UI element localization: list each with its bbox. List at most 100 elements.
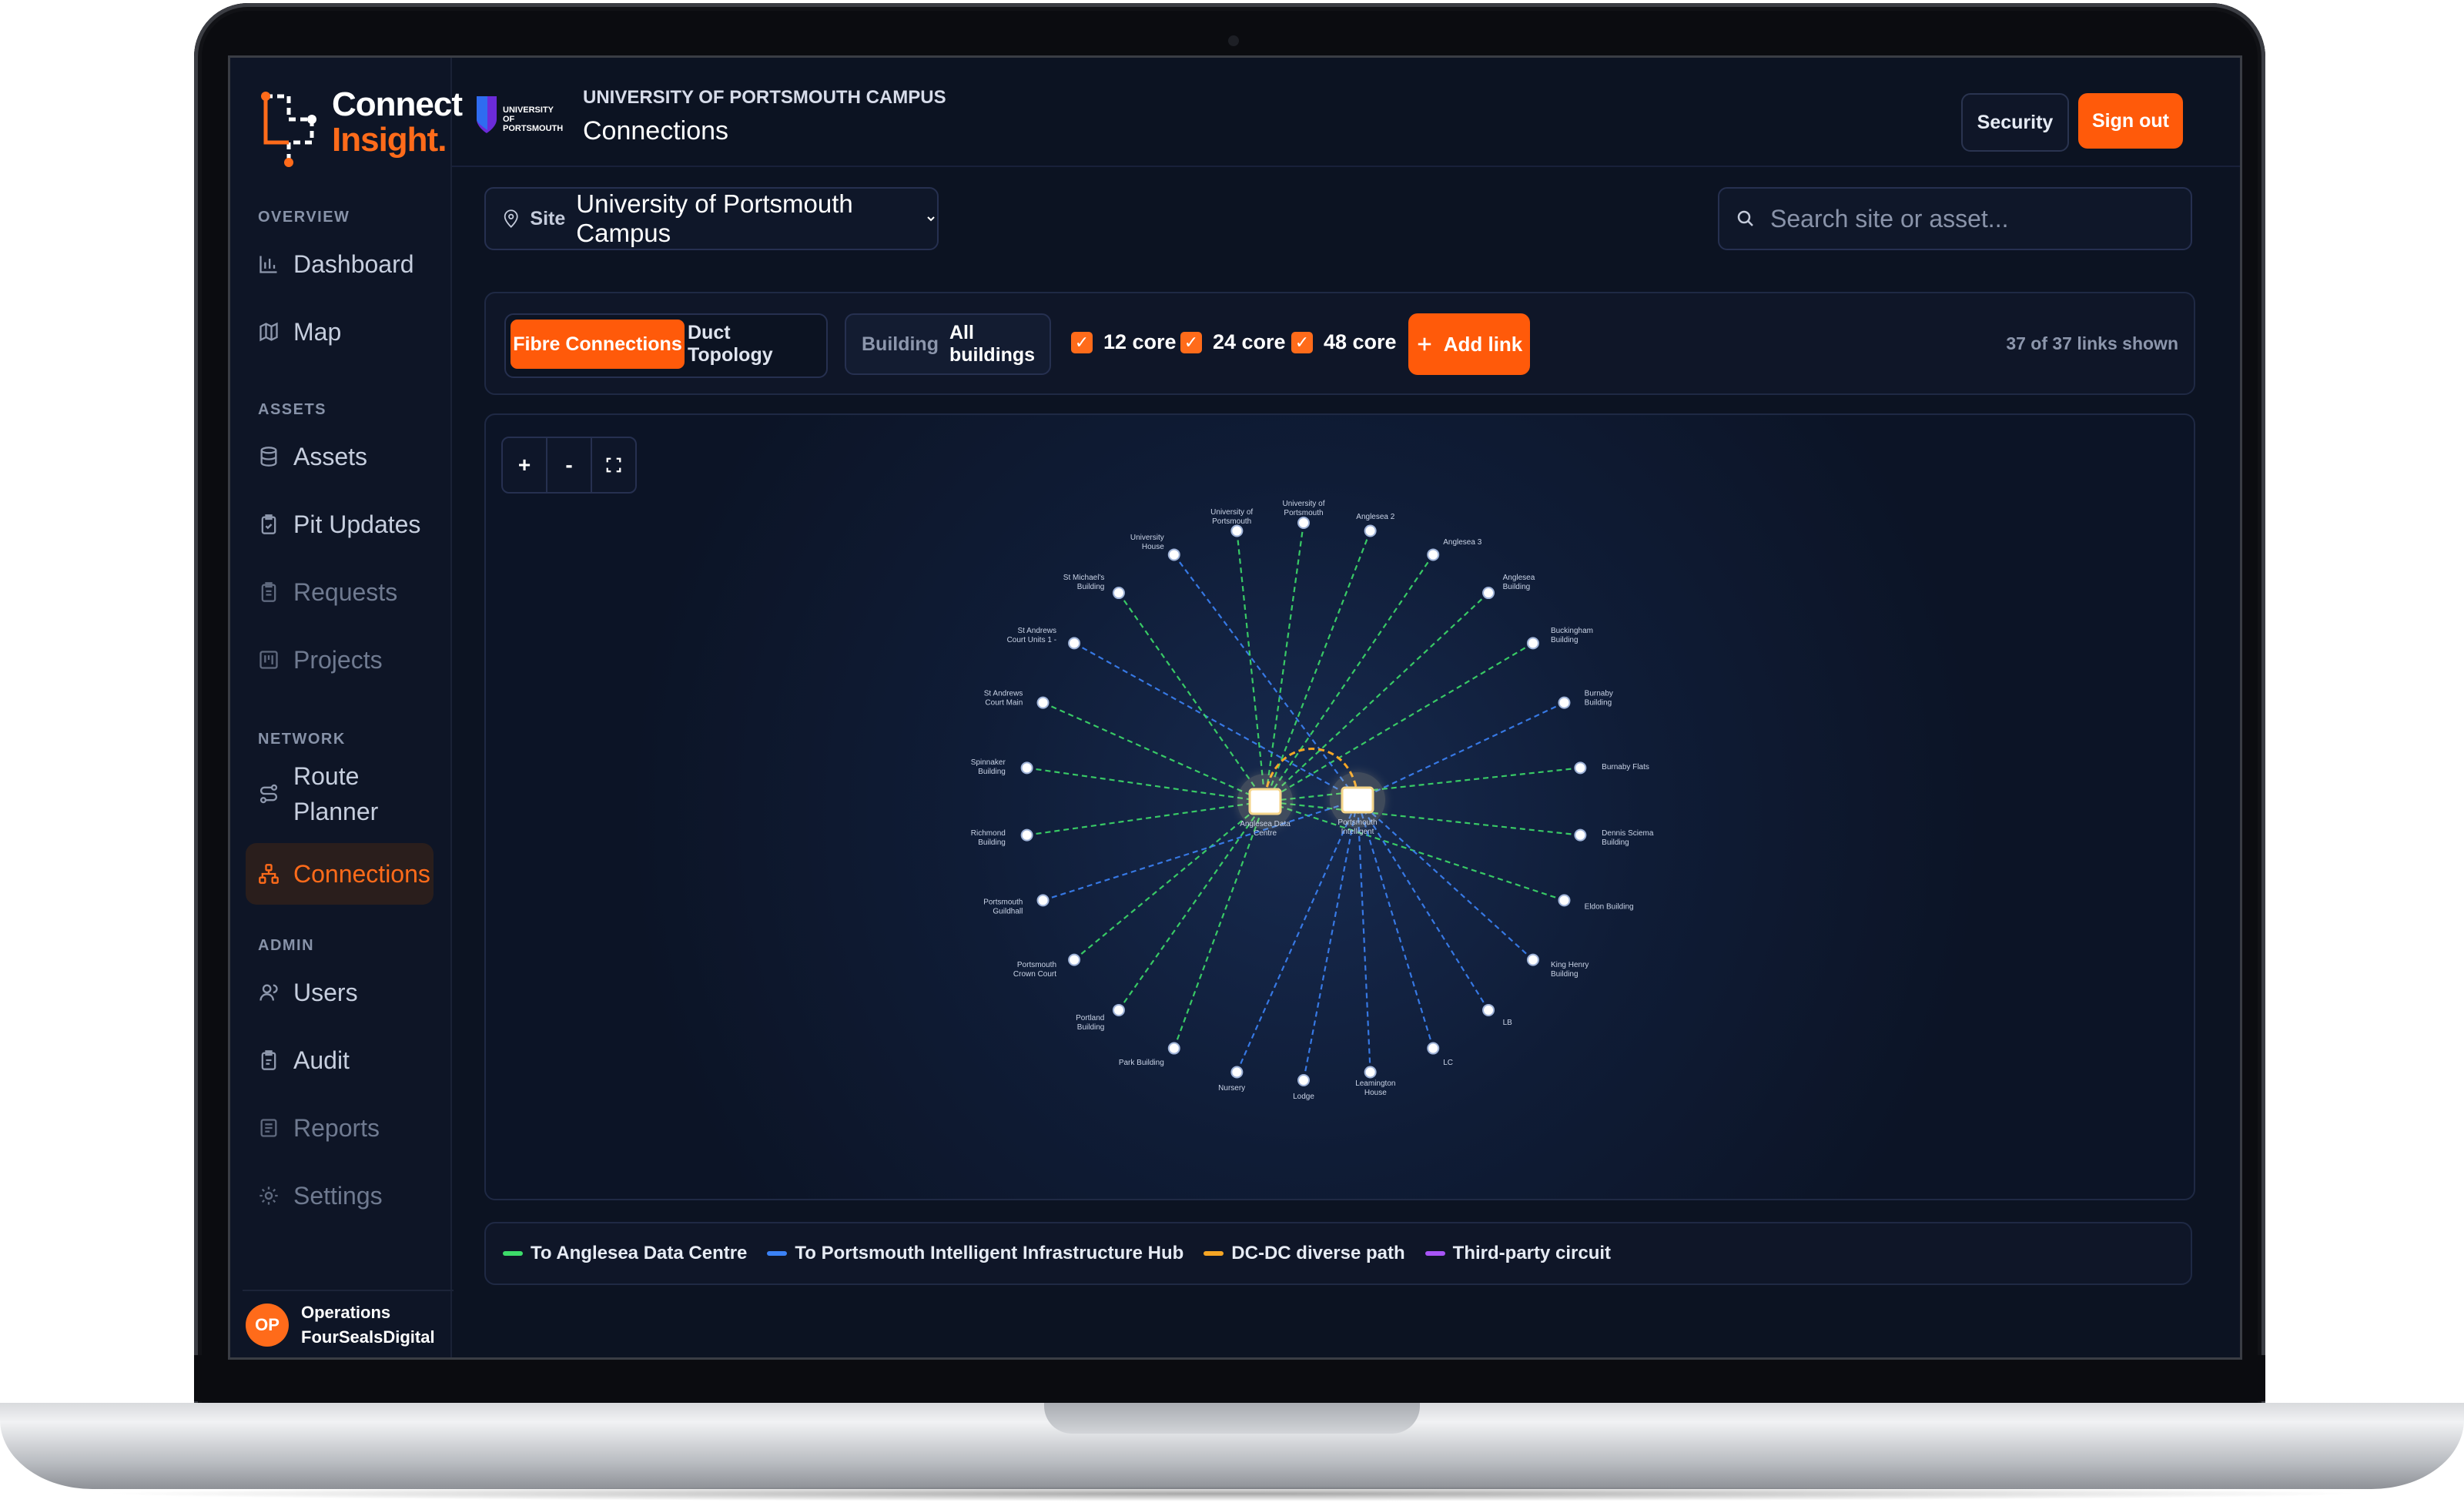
building-node bbox=[1068, 637, 1081, 650]
search-input[interactable] bbox=[1769, 203, 2172, 234]
building-node bbox=[1427, 1042, 1440, 1055]
sidebar-item-connections[interactable]: Connections bbox=[246, 843, 434, 905]
connection-link bbox=[1236, 799, 1359, 1073]
logo-line-1: Connect bbox=[332, 85, 463, 123]
filter-48-core[interactable]: ✓ 48 core bbox=[1291, 330, 1397, 354]
filter-24-core[interactable]: ✓ 24 core bbox=[1180, 330, 1286, 354]
sidebar-item-dashboard[interactable]: Dashboard bbox=[246, 233, 434, 295]
building-node bbox=[1036, 894, 1050, 907]
building-node-label: Portsmouth bbox=[1017, 961, 1056, 969]
reports-icon bbox=[260, 1119, 277, 1137]
clipboard-check-icon bbox=[261, 514, 276, 534]
add-link-button[interactable]: Add link bbox=[1408, 313, 1530, 375]
add-link-label: Add link bbox=[1443, 332, 1523, 356]
location-pin-icon bbox=[504, 209, 518, 228]
sidebar-item-label: Settings bbox=[293, 1182, 383, 1210]
building-node-label: Building bbox=[1077, 583, 1105, 591]
building-node bbox=[1068, 953, 1081, 966]
building-node-label: Portland bbox=[1076, 1014, 1104, 1022]
sidebar-item-route-planner[interactable]: Route Planner bbox=[246, 754, 434, 834]
filter-12-core[interactable]: ✓ 12 core bbox=[1071, 330, 1177, 354]
avatar: OP bbox=[246, 1304, 289, 1347]
building-node bbox=[1230, 1066, 1244, 1079]
building-node-label: St Andrews bbox=[984, 690, 1023, 698]
building-node bbox=[1364, 524, 1377, 537]
sidebar-item-label: Audit bbox=[293, 1046, 350, 1074]
filter-label: 12 core bbox=[1103, 330, 1177, 353]
sidebar-item-map[interactable]: Map bbox=[246, 301, 434, 363]
building-node-label: Burnaby Flats bbox=[1602, 763, 1649, 771]
filter-label: 48 core bbox=[1324, 330, 1397, 353]
checkbox-checked-icon[interactable]: ✓ bbox=[1180, 331, 1202, 353]
sidebar-item-assets[interactable]: Assets bbox=[246, 426, 434, 487]
sidebar-item-settings[interactable]: Settings bbox=[246, 1165, 434, 1227]
building-node-label: University of bbox=[1210, 508, 1253, 517]
connection-link bbox=[1118, 592, 1266, 802]
zoom-in-button[interactable]: + bbox=[503, 438, 547, 492]
building-node bbox=[1167, 1042, 1180, 1055]
fullscreen-icon bbox=[606, 457, 621, 473]
building-filter[interactable]: Building All buildings bbox=[845, 313, 1051, 375]
site-key: Site bbox=[530, 207, 566, 229]
connection-link bbox=[1357, 799, 1489, 1011]
connection-link bbox=[1043, 701, 1266, 803]
sidebar-item-reports[interactable]: Reports bbox=[246, 1097, 434, 1159]
building-node bbox=[1297, 517, 1310, 529]
legend-item-anglesea: To Anglesea Data Centre bbox=[503, 1243, 747, 1264]
building-node-label: University of bbox=[1282, 500, 1324, 508]
sign-out-button[interactable]: Sign out bbox=[2078, 93, 2183, 149]
app-logo[interactable]: Connect Insight. bbox=[258, 87, 463, 172]
university-shield-icon bbox=[477, 96, 497, 133]
checkbox-checked-icon[interactable]: ✓ bbox=[1291, 331, 1313, 353]
user-info: Operations FourSealsDigital bbox=[301, 1300, 435, 1350]
data-centre-hub bbox=[1248, 788, 1282, 815]
building-node-label: Building bbox=[978, 768, 1006, 776]
building-node-label: LC bbox=[1443, 1059, 1453, 1067]
sidebar-item-requests[interactable]: Requests bbox=[246, 561, 434, 623]
connection-link bbox=[1356, 799, 1371, 1073]
building-node-label: Eldon Building bbox=[1585, 902, 1634, 911]
connections-toolbar: Fibre Connections Duct Topology Building… bbox=[484, 292, 2195, 395]
nav-section-assets: ASSETS bbox=[258, 401, 327, 418]
legend-swatch bbox=[1204, 1251, 1224, 1256]
sidebar-item-projects[interactable]: Projects bbox=[246, 629, 434, 691]
sidebar-item-pit-updates[interactable]: Pit Updates bbox=[246, 494, 434, 555]
user-profile[interactable]: OP Operations FourSealsDigital bbox=[243, 1290, 454, 1357]
building-node bbox=[1112, 1003, 1125, 1016]
building-filter-key: Building bbox=[862, 333, 939, 355]
site-selector[interactable]: Site University of Portsmouth Campus bbox=[484, 187, 939, 250]
zoom-out-button[interactable]: - bbox=[547, 438, 592, 492]
graph-canvas[interactable]: University ofPortsmouth Anglesea 2Anglese… bbox=[486, 415, 2194, 1199]
connection-link bbox=[1264, 767, 1581, 803]
legend-label: To Portsmouth Intelligent Infrastructure… bbox=[795, 1243, 1184, 1263]
building-node-label: Portsmouth bbox=[983, 898, 1023, 906]
connection-link bbox=[1026, 800, 1266, 836]
security-button[interactable]: Security bbox=[1961, 93, 2069, 152]
sidebar-item-users[interactable]: Users bbox=[246, 962, 434, 1023]
sidebar-item-label: Projects bbox=[293, 646, 383, 674]
app-screen: Connect Insight. OVERVIEW Dashboard Map … bbox=[228, 55, 2242, 1360]
building-node bbox=[1020, 828, 1033, 842]
fit-view-button[interactable] bbox=[592, 438, 635, 492]
tab-duct-topology[interactable]: Duct Topology bbox=[688, 320, 819, 369]
building-node-label: Building bbox=[978, 838, 1006, 847]
search-box[interactable] bbox=[1718, 187, 2192, 250]
building-node-label: Anglesea 3 bbox=[1443, 538, 1481, 547]
building-node-label: King Henry bbox=[1551, 961, 1589, 969]
plus-icon bbox=[1418, 337, 1431, 351]
building-node-label: Guildhall bbox=[993, 907, 1023, 915]
connection-link bbox=[1043, 798, 1358, 902]
building-node-label: Building bbox=[1585, 699, 1612, 708]
legend-label: Third-party circuit bbox=[1452, 1243, 1612, 1263]
gear-icon bbox=[259, 1186, 278, 1205]
checkbox-checked-icon[interactable]: ✓ bbox=[1071, 331, 1093, 353]
university-logo-text: UNIVERSITY OF PORTSMOUTH bbox=[503, 105, 564, 133]
sidebar-item-audit[interactable]: Audit bbox=[246, 1029, 434, 1091]
user-name: Operations bbox=[301, 1303, 391, 1322]
tab-fibre-connections[interactable]: Fibre Connections bbox=[511, 320, 685, 369]
building-node-label: Portsmouth bbox=[1284, 509, 1323, 517]
connections-graph[interactable]: University of Portsmouth Anglesea 2 Anglese… bbox=[484, 413, 2195, 1200]
data-centre-hub bbox=[1341, 786, 1374, 814]
building-node-label: Portsmouth bbox=[1212, 517, 1251, 526]
building-node bbox=[1112, 587, 1125, 600]
